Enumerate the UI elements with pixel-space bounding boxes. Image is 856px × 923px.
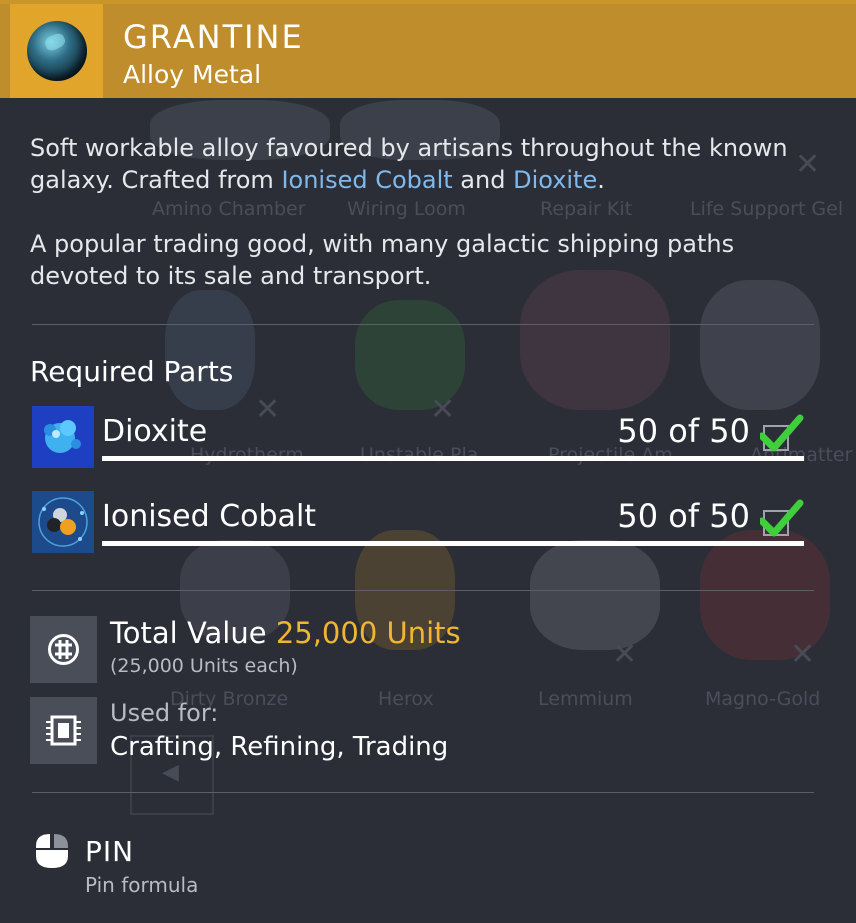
divider bbox=[32, 792, 814, 793]
required-parts-title: Required Parts bbox=[30, 355, 234, 388]
check-icon bbox=[758, 414, 804, 454]
bg-label: Lemmium bbox=[538, 688, 633, 710]
check-icon bbox=[758, 499, 804, 539]
description-text: . bbox=[597, 166, 605, 194]
bg-label: Life Support Gel bbox=[690, 198, 844, 220]
part-name: Ionised Cobalt bbox=[102, 499, 317, 534]
part-progress-bar bbox=[102, 541, 804, 546]
bg-label: Amino Chamber bbox=[152, 198, 306, 220]
item-header: GRANTINE Alloy Metal bbox=[0, 4, 856, 98]
pin-button[interactable]: PIN bbox=[85, 835, 134, 868]
link-dioxite[interactable]: Dioxite bbox=[513, 166, 597, 194]
used-for-label: Used for: bbox=[110, 699, 219, 727]
bg-item-shape bbox=[530, 540, 660, 650]
link-ionised-cobalt[interactable]: Ionised Cobalt bbox=[281, 166, 452, 194]
part-count: 50 of 50 bbox=[617, 412, 750, 450]
item-icon-box bbox=[10, 4, 103, 98]
part-name: Dioxite bbox=[102, 414, 208, 449]
part-count: 50 of 50 bbox=[617, 497, 750, 535]
units-currency-icon bbox=[30, 616, 97, 683]
total-value-amount: 25,000 Units bbox=[275, 616, 461, 650]
item-title: GRANTINE bbox=[123, 18, 304, 56]
required-part-row[interactable]: Dioxite 50 of 50 bbox=[32, 406, 804, 468]
required-part-row[interactable]: Ionised Cobalt 50 of 50 bbox=[32, 491, 804, 553]
bg-label: Repair Kit bbox=[540, 198, 633, 220]
ionised-cobalt-icon bbox=[32, 491, 94, 553]
item-description-secondary: A popular trading good, with many galact… bbox=[30, 230, 735, 290]
total-value-label: Total Value bbox=[110, 616, 267, 650]
bg-label: Wiring Loom bbox=[347, 198, 466, 220]
bg-label: Herox bbox=[378, 688, 434, 710]
dioxite-icon bbox=[32, 406, 94, 468]
divider bbox=[32, 324, 814, 325]
chip-icon bbox=[30, 697, 97, 764]
value-each: (25,000 Units each) bbox=[110, 655, 298, 677]
item-description: Soft workable alloy favoured by artisans… bbox=[30, 132, 820, 196]
wrench-icon: ✕ bbox=[790, 637, 816, 672]
used-for-value: Crafting, Refining, Trading bbox=[110, 732, 449, 762]
grantine-ore-icon bbox=[27, 21, 87, 81]
bg-item-shape bbox=[700, 280, 820, 410]
item-category: Alloy Metal bbox=[123, 60, 262, 89]
description-text: and bbox=[452, 166, 514, 194]
bg-label: Magno-Gold bbox=[705, 688, 821, 710]
wrench-icon: ✕ bbox=[612, 637, 638, 672]
mouse-icon bbox=[30, 830, 74, 870]
bg-item-shape bbox=[165, 290, 255, 410]
total-value: Total Value 25,000 Units bbox=[110, 616, 461, 650]
divider bbox=[32, 590, 814, 591]
arrow-left-icon: ◀ bbox=[162, 760, 179, 785]
part-progress-bar bbox=[102, 456, 804, 461]
pin-description: Pin formula bbox=[85, 873, 199, 897]
